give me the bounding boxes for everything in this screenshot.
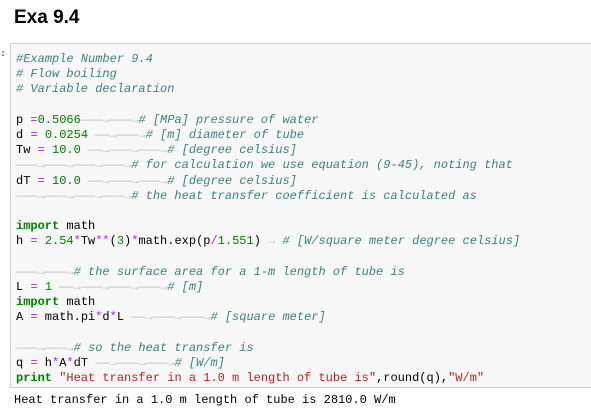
code-cell[interactable]: #Example Number 9.4 # Flow boiling # Var… <box>10 43 591 388</box>
code-line-comment: ———→———→———→———→# for calculation we use… <box>16 158 513 173</box>
tab-marker-icon: ———→———→ <box>16 264 74 279</box>
cell-output: Heat transfer in a 1.0 m length of tube … <box>14 393 396 407</box>
notebook-title: Exa 9.4 <box>14 7 80 28</box>
code-line-comment: ———→———→———→———→# the heat transfer coef… <box>16 188 477 203</box>
code-line-tw: Tw = 10.0 ——→———→———→# [degree celsius] <box>16 143 297 158</box>
code-line-p: p =0.5066———→———→# [MPa] pressure of wat… <box>16 112 319 127</box>
code-line-comment: ———→———→# so the heat transfer is <box>16 340 254 355</box>
code-line-q: q = h*A*dT ——→———→———→# [W/m] <box>16 356 225 371</box>
tab-marker-icon: → <box>260 234 283 249</box>
tab-marker-icon: ——→———→———→ <box>88 356 175 371</box>
tab-marker-icon: ——→———→———→———→ <box>52 280 168 295</box>
code-comment: #Example Number 9.4 <box>16 52 153 66</box>
tab-marker-icon: ——→———→ <box>95 128 146 143</box>
code-line-import: import math <box>16 295 96 310</box>
code-line-l: L = 1 ——→———→———→———→# [m] <box>16 280 204 295</box>
tab-marker-icon: ———→———→ <box>16 340 74 355</box>
tab-marker-icon: ——→———→———→ <box>88 143 168 158</box>
code-line-h: h = 2.54*Tw**(3)*math.exp(p/1.551) → # [… <box>16 234 521 249</box>
code-line-import: import math <box>16 219 96 234</box>
tab-marker-icon: ——→———→———→ <box>124 310 211 325</box>
cell-prompt-marker: : <box>0 48 7 59</box>
tab-marker-icon: ——→———→———→ <box>88 173 168 188</box>
code-line-comment: ———→———→# the surface area for a 1-m len… <box>16 264 405 279</box>
code-line-print: print "Heat transfer in a 1.0 m length o… <box>16 371 485 386</box>
code-comment: # Flow boiling <box>16 67 117 82</box>
tab-marker-icon: ———→———→ <box>80 112 139 127</box>
code-line-a: A = math.pi*d*L ——→———→———→# [square met… <box>16 310 326 325</box>
code-line-dt: dT = 10.0 ——→———→———→# [degree celsius] <box>16 173 297 188</box>
code-comment: # Variable declaration <box>16 82 175 97</box>
tab-marker-icon: ———→———→———→———→ <box>16 188 132 203</box>
tab-marker-icon: ———→———→———→———→ <box>16 158 132 173</box>
code-line-d: d = 0.0254 ——→———→# [m] diameter of tube <box>16 128 305 143</box>
code-editor[interactable]: #Example Number 9.4 # Flow boiling # Var… <box>16 52 520 386</box>
